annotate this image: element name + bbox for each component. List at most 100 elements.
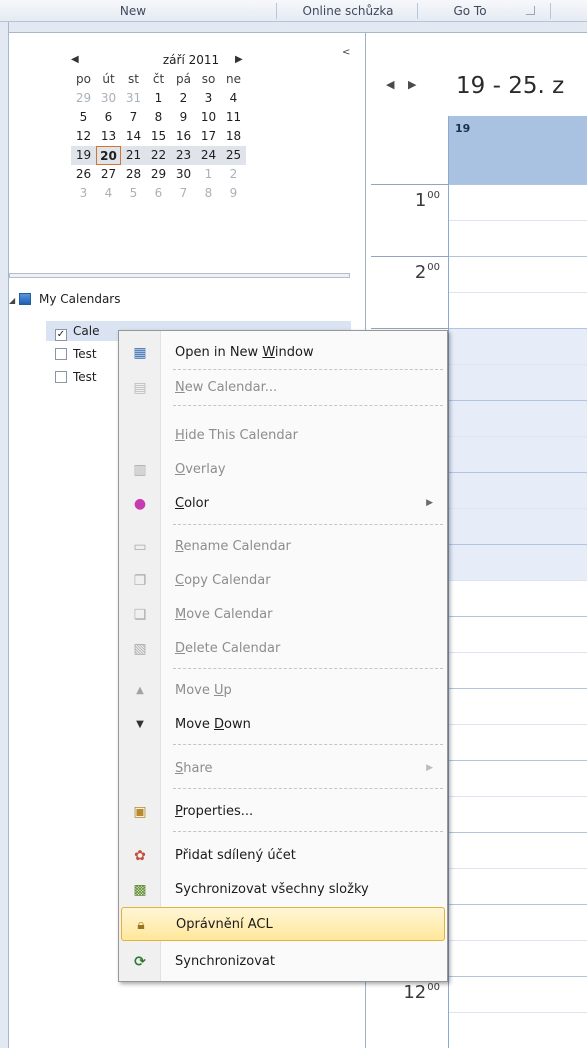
menu-item-move-down[interactable]: ▼ Move Down: [121, 708, 445, 742]
mini-calendar-day[interactable]: 17: [196, 127, 221, 146]
mini-calendar-day[interactable]: 8: [196, 184, 221, 203]
menu-item-hide-this-calendar[interactable]: Hide This Calendar: [121, 419, 445, 453]
mini-calendar-day[interactable]: 4: [221, 89, 246, 108]
mini-calendar-day[interactable]: 9: [171, 108, 196, 127]
collapse-pane-icon[interactable]: <: [342, 47, 350, 58]
time-slot[interactable]: [449, 832, 587, 868]
mini-calendar-day[interactable]: 15: [146, 127, 171, 146]
mini-calendar-day[interactable]: 6: [146, 184, 171, 203]
mini-calendar-day[interactable]: 8: [146, 108, 171, 127]
mini-calendar-day[interactable]: 2: [221, 165, 246, 184]
prev-period-icon[interactable]: ◀: [386, 78, 394, 91]
mini-calendar-day[interactable]: 1: [146, 89, 171, 108]
menu-item-delete-calendar[interactable]: ▧ Delete Calendar: [121, 632, 445, 666]
mini-calendar-day[interactable]: 12: [71, 127, 96, 146]
mini-calendar-day[interactable]: 30: [96, 89, 121, 108]
mini-calendar-day[interactable]: 20: [96, 146, 121, 165]
calendar-item-3[interactable]: Test: [55, 367, 97, 387]
mini-calendar-day[interactable]: 24: [196, 146, 221, 165]
mini-calendar-day[interactable]: 11: [221, 108, 246, 127]
mini-calendar-day[interactable]: 3: [196, 89, 221, 108]
calendar-checkbox[interactable]: ✓: [55, 329, 67, 341]
time-slot[interactable]: [449, 184, 587, 220]
mini-calendar-day[interactable]: 4: [96, 184, 121, 203]
time-slot[interactable]: [449, 436, 587, 472]
menu-item-rename-calendar[interactable]: ▭ Rename Calendar: [121, 530, 445, 564]
menu-item-properties[interactable]: ▣ Properties...: [121, 795, 445, 829]
calendar-item-2[interactable]: Test: [55, 344, 97, 364]
time-slot[interactable]: [449, 364, 587, 400]
time-slot[interactable]: [449, 220, 587, 256]
hour-divider: [371, 328, 448, 329]
time-slot[interactable]: [449, 904, 587, 940]
menu-item-move-calendar[interactable]: ❏ Move Calendar: [121, 598, 445, 632]
menu-item-synchronize[interactable]: ⟳ Synchronizovat: [121, 945, 445, 979]
menu-item-share[interactable]: Share ▶: [121, 752, 445, 786]
mini-calendar-day[interactable]: 6: [96, 108, 121, 127]
time-slot[interactable]: [449, 1012, 587, 1048]
menu-item-sync-all-folders[interactable]: ▩ Sychronizovat všechny složky: [121, 873, 445, 907]
mini-calendar-day[interactable]: 29: [146, 165, 171, 184]
my-calendars-group[interactable]: ◢ My Calendars: [9, 288, 120, 310]
mini-calendar-day[interactable]: 14: [121, 127, 146, 146]
menu-item-copy-calendar[interactable]: ❐ Copy Calendar: [121, 564, 445, 598]
time-slot[interactable]: [449, 508, 587, 544]
time-slot[interactable]: [449, 256, 587, 292]
time-slot[interactable]: [449, 724, 587, 760]
menu-item-new-calendar[interactable]: ▤ New Calendar...: [121, 371, 445, 405]
mini-calendar-day[interactable]: 7: [121, 108, 146, 127]
time-slot[interactable]: [449, 472, 587, 508]
time-slot[interactable]: [449, 652, 587, 688]
time-slot[interactable]: [449, 400, 587, 436]
menu-item-color[interactable]: ● Color ▶: [121, 487, 445, 521]
mini-calendar-day[interactable]: 7: [171, 184, 196, 203]
prev-month-arrow-icon[interactable]: ◀: [71, 50, 79, 70]
time-slots[interactable]: [448, 184, 587, 1048]
time-slot[interactable]: [449, 868, 587, 904]
mini-calendar-day[interactable]: 26: [71, 165, 96, 184]
time-slot[interactable]: [449, 292, 587, 328]
menu-item-open-in-new-window[interactable]: ▦ Open in New Window: [121, 336, 445, 370]
mini-calendar-day[interactable]: 31: [121, 89, 146, 108]
mini-calendar-day[interactable]: 5: [71, 108, 96, 127]
time-slot[interactable]: [449, 328, 587, 364]
mini-calendar-day[interactable]: 2: [171, 89, 196, 108]
next-month-arrow-icon[interactable]: ▶: [235, 50, 243, 70]
time-slot[interactable]: [449, 760, 587, 796]
time-slot[interactable]: [449, 796, 587, 832]
menu-item-acl-permissions[interactable]: 🔒︎ Oprávnění ACL: [121, 907, 445, 941]
mini-calendar-day[interactable]: 10: [196, 108, 221, 127]
time-slot[interactable]: [449, 616, 587, 652]
mini-calendar-day[interactable]: 21: [121, 146, 146, 165]
time-slot[interactable]: [449, 940, 587, 976]
mini-calendar-day[interactable]: 5: [121, 184, 146, 203]
mini-calendar-day[interactable]: 23: [171, 146, 196, 165]
menu-item-move-up[interactable]: ▲ Move Up: [121, 674, 445, 708]
next-period-icon[interactable]: ▶: [408, 78, 416, 91]
calendar-checkbox[interactable]: [55, 348, 67, 360]
mini-calendar-day[interactable]: 27: [96, 165, 121, 184]
pane-splitter[interactable]: [9, 273, 350, 278]
time-slot[interactable]: [449, 976, 587, 1012]
mini-calendar-day[interactable]: 3: [71, 184, 96, 203]
mini-calendar-day[interactable]: 13: [96, 127, 121, 146]
time-slot[interactable]: [449, 580, 587, 616]
calendar-checkbox[interactable]: [55, 371, 67, 383]
menu-item-add-shared-account[interactable]: ✿ Přidat sdílený účet: [121, 839, 445, 873]
mini-calendar-day[interactable]: 1: [196, 165, 221, 184]
mini-calendar-day[interactable]: 30: [171, 165, 196, 184]
mini-calendar-day[interactable]: 19: [71, 146, 96, 165]
mini-calendar-day[interactable]: 29: [71, 89, 96, 108]
mini-calendar-day[interactable]: 25: [221, 146, 246, 165]
mini-calendar-day[interactable]: 18: [221, 127, 246, 146]
mini-calendar-day[interactable]: 28: [121, 165, 146, 184]
mini-calendar-day[interactable]: 16: [171, 127, 196, 146]
time-slot[interactable]: [449, 688, 587, 724]
expand-triangle-icon[interactable]: ◢: [9, 290, 19, 312]
mini-calendar-day[interactable]: 9: [221, 184, 246, 203]
dialog-launcher-icon[interactable]: [526, 6, 535, 15]
menu-item-overlay[interactable]: ▥ Overlay: [121, 453, 445, 487]
day-header[interactable]: 19: [448, 116, 587, 184]
time-slot[interactable]: [449, 544, 587, 580]
mini-calendar-day[interactable]: 22: [146, 146, 171, 165]
